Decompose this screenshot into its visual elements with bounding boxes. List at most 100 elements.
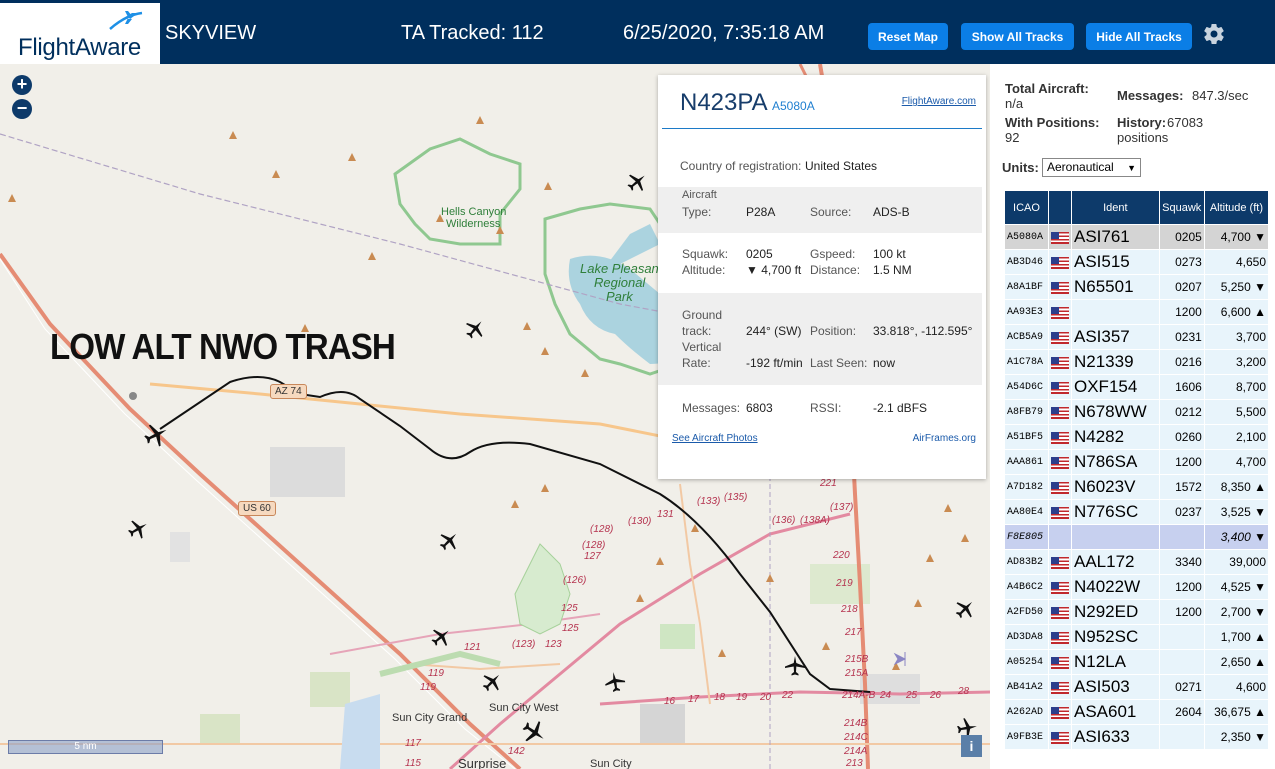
table-row[interactable]: A05254 N12LA 2,650 ▲ (1004, 649, 1270, 675)
map-scale-bar: 5 nm (8, 740, 163, 754)
aircraft-sidebar: Total Aircraft: n/a Messages: 847.3/sec … (990, 64, 1275, 769)
show-all-tracks-button[interactable]: Show All Tracks (961, 23, 1074, 50)
units-select[interactable]: Aeronautical (1042, 158, 1141, 177)
col-ident[interactable]: Ident (1071, 190, 1160, 225)
icao-cell: A2FD50 (1004, 599, 1049, 625)
ground-track-label: Ground (682, 308, 723, 322)
table-row[interactable]: AD3DA8 N952SC 1,700 ▲ (1004, 624, 1270, 650)
col-icao[interactable]: ICAO (1004, 190, 1049, 225)
table-row[interactable]: F8E805 3,400 ▼ (1004, 524, 1270, 550)
airframes-link[interactable]: AirFrames.org (913, 433, 976, 444)
flightaware-logo[interactable]: FlightAware (0, 3, 160, 64)
altitude-cell: 4,525 ▼ (1203, 574, 1270, 600)
aircraft-icon[interactable] (429, 625, 453, 649)
table-row[interactable]: A5080A ASI761 0205 4,700 ▼ (1004, 224, 1270, 250)
aircraft-icon[interactable] (953, 597, 977, 621)
ident-cell: ASI761 (1071, 224, 1160, 250)
map-label-wilderness: Wilderness (446, 218, 501, 230)
icao-cell: A7D182 (1004, 474, 1049, 500)
aircraft-icon[interactable] (480, 670, 504, 694)
zoom-out-button[interactable]: − (12, 99, 32, 119)
aircraft-type-label: Aircraft (682, 189, 717, 201)
icao-cell: AAA861 (1004, 449, 1049, 475)
table-row[interactable]: AAA861 N786SA 1200 4,700 (1004, 449, 1270, 475)
settings-gear-icon[interactable] (1202, 22, 1226, 46)
squawk-cell: 0205 (1158, 224, 1205, 250)
flightaware-link[interactable]: FlightAware.com (902, 96, 976, 107)
mile-marker: 215A (845, 668, 869, 679)
aircraft-icon[interactable] (625, 170, 649, 194)
hide-all-tracks-button[interactable]: Hide All Tracks (1086, 23, 1192, 50)
icao-cell: A54D6C (1004, 374, 1049, 400)
col-flag[interactable] (1048, 190, 1072, 225)
flag-cell (1048, 699, 1072, 725)
aircraft-icon[interactable] (783, 654, 807, 678)
aircraft-icon[interactable] (603, 670, 627, 694)
mile-marker: 218 (841, 604, 858, 615)
squawk-cell (1158, 649, 1205, 675)
altitude-cell: 5,500 (1203, 399, 1270, 425)
country-value: United States (805, 159, 878, 173)
table-row[interactable]: AD83B2 AAL172 3340 39,000 (1004, 549, 1270, 575)
table-row[interactable]: AB3D46 ASI515 0273 4,650 (1004, 249, 1270, 275)
flag-cell (1048, 624, 1072, 650)
map-info-button[interactable]: i (961, 735, 982, 757)
table-row[interactable]: A262AD ASA601 2604 36,675 ▲ (1004, 699, 1270, 725)
aircraft-icon[interactable] (520, 718, 548, 746)
aircraft-icon[interactable] (437, 529, 461, 553)
mile-marker: 215B (845, 654, 869, 665)
flag-cell (1048, 674, 1072, 700)
table-row[interactable]: AB41A2 ASI503 0271 4,600 (1004, 674, 1270, 700)
ground-track-value: 244° (SW) (746, 324, 802, 338)
table-row[interactable]: A8FB79 N678WW 0212 5,500 (1004, 399, 1270, 425)
table-row[interactable]: A7D182 N6023V 1572 8,350 ▲ (1004, 474, 1270, 500)
mile-marker: 127 (584, 551, 601, 562)
squawk-cell: 0273 (1158, 249, 1205, 275)
map-label-surprise: Surprise (458, 756, 507, 769)
popup-hex-link[interactable]: A5080A (772, 99, 815, 113)
current-datetime: 6/25/2020, 7:35:18 AM (623, 22, 825, 44)
ident-cell: ASI503 (1071, 674, 1160, 700)
mile-marker: (133) (697, 496, 721, 507)
mile-marker: (130) (628, 516, 652, 527)
mile-marker: 214A-B (842, 690, 876, 701)
table-row[interactable]: ACB5A9 ASI357 0231 3,700 (1004, 324, 1270, 350)
ident-cell: N678WW (1071, 399, 1160, 425)
aircraft-icon[interactable] (142, 421, 170, 449)
aircraft-icon[interactable] (126, 517, 150, 541)
table-row[interactable]: A51BF5 N4282 0260 2,100 (1004, 424, 1270, 450)
messages-rate-value: 847.3/sec (1192, 88, 1249, 103)
vertical-rate-value: -192 ft/min (746, 356, 803, 370)
aircraft-icon[interactable] (463, 317, 487, 341)
table-row[interactable]: A4B6C2 N4022W 1200 4,525 ▼ (1004, 574, 1270, 600)
us-flag-icon (1051, 381, 1069, 394)
see-aircraft-photos-link[interactable]: See Aircraft Photos (672, 433, 758, 444)
mile-marker: (138A) (800, 515, 831, 526)
table-row[interactable]: AA93E3 1200 6,600 ▲ (1004, 299, 1270, 325)
altitude-cell: 3,200 (1203, 349, 1270, 375)
history-value: 67083 (1167, 115, 1204, 130)
mile-marker: 22 (782, 690, 794, 701)
table-row[interactable]: A8A1BF N65501 0207 5,250 ▼ (1004, 274, 1270, 300)
mile-marker: 17 (688, 694, 700, 705)
icao-cell: AB3D46 (1004, 249, 1049, 275)
altitude-cell: 3,700 (1203, 324, 1270, 350)
ident-cell: ASI633 (1071, 724, 1160, 750)
last-seen-label: Last Seen: (810, 356, 868, 370)
map-label-sun-city-west: Sun City West (489, 702, 559, 714)
col-altitude[interactable]: Altitude (ft) (1203, 190, 1270, 225)
squawk-cell: 0216 (1158, 349, 1205, 375)
squawk-cell: 2604 (1158, 699, 1205, 725)
mile-marker: 213 (846, 758, 863, 769)
zoom-in-button[interactable]: + (12, 75, 32, 95)
table-row[interactable]: AA80E4 N776SC 0237 3,525 ▼ (1004, 499, 1270, 525)
reset-map-button[interactable]: Reset Map (868, 23, 948, 50)
table-row[interactable]: A1C78A N21339 0216 3,200 (1004, 349, 1270, 375)
col-squawk[interactable]: Squawk (1158, 190, 1205, 225)
map-label-sun-city: Sun City (590, 758, 632, 769)
mile-marker: 117 (405, 738, 421, 749)
table-row[interactable]: A54D6C OXF154 1606 8,700 (1004, 374, 1270, 400)
table-row[interactable]: A9FB3E ASI633 2,350 ▼ (1004, 724, 1270, 750)
table-row[interactable]: A2FD50 N292ED 1200 2,700 ▼ (1004, 599, 1270, 625)
altitude-cell: 2,700 ▼ (1203, 599, 1270, 625)
